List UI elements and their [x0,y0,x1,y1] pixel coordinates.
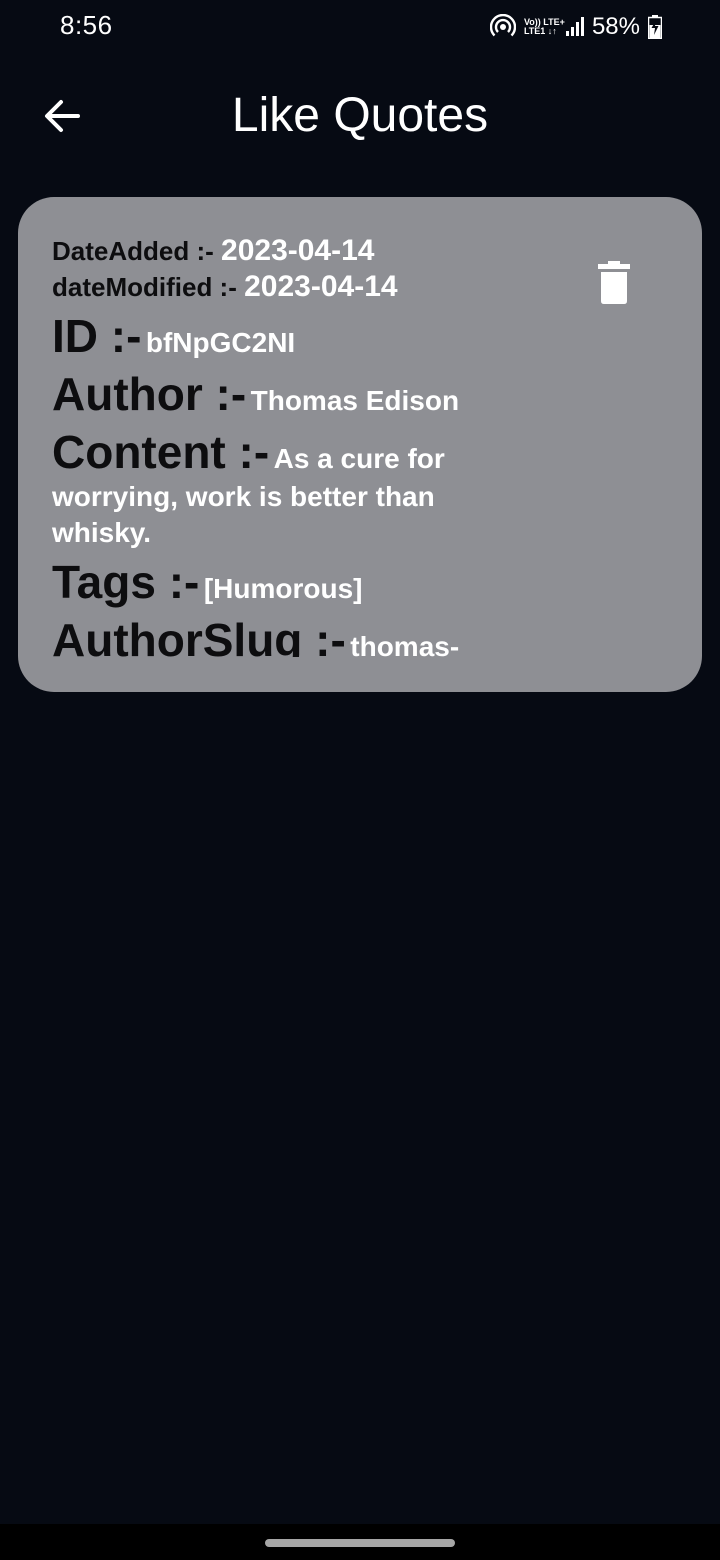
battery-percent: 58% [591,13,640,40]
status-time: 8:56 [60,10,113,40]
delete-button[interactable] [596,261,632,305]
author-slug-value: thomas- [350,631,460,657]
quote-card: DateAdded :- 2023-04-14 dateModified :- … [18,197,702,692]
author-slug-label: AuthorSlug :- [52,614,346,657]
screen: 8:56 Vo)) LTE+ LTE1 ↓↑ 58% Like Quotes D… [0,0,720,1560]
date-modified-label: dateModified :- [52,272,237,302]
tags-label: Tags :- [52,556,200,608]
network-line-2: LTE1 ↓↑ [523,26,557,36]
hotspot-icon [489,14,516,40]
status-icons: Vo)) LTE+ LTE1 ↓↑ 58% [489,10,662,44]
battery-charging-icon [648,15,662,39]
date-modified-value: 2023-04-14 [244,270,398,303]
signal-icon [565,16,584,38]
author-row: Author :- Thomas Edison [52,367,522,421]
id-value: bfNpGC2NI [145,327,296,358]
id-label: ID :- [52,310,142,362]
quote-details: DateAdded :- 2023-04-14 dateModified :- … [52,233,522,657]
author-value: Thomas Edison [250,385,460,416]
author-slug-row: AuthorSlug :- thomas- [52,613,522,657]
page-title: Like Quotes [231,89,489,142]
home-handle[interactable] [265,1539,455,1547]
tags-value: [Humorous] [203,573,363,604]
app-bar: Like Quotes [0,70,720,160]
date-added-value: 2023-04-14 [221,234,375,267]
date-added-label: DateAdded :- [52,236,214,266]
author-label: Author :- [52,368,247,420]
status-bar: 8:56 Vo)) LTE+ LTE1 ↓↑ 58% [0,0,720,56]
trash-icon [598,261,630,304]
content-label: Content :- [52,426,270,478]
volte-icon: Vo)) LTE+ LTE1 ↓↑ [523,18,565,36]
id-row: ID :- bfNpGC2NI [52,309,522,363]
tags-row: Tags :- [Humorous] [52,555,522,609]
date-added-row: DateAdded :- 2023-04-14 [52,233,522,269]
date-modified-row: dateModified :- 2023-04-14 [52,269,522,305]
navigation-bar [0,1524,720,1560]
content-row: Content :- As a cure for worrying, work … [52,425,522,551]
